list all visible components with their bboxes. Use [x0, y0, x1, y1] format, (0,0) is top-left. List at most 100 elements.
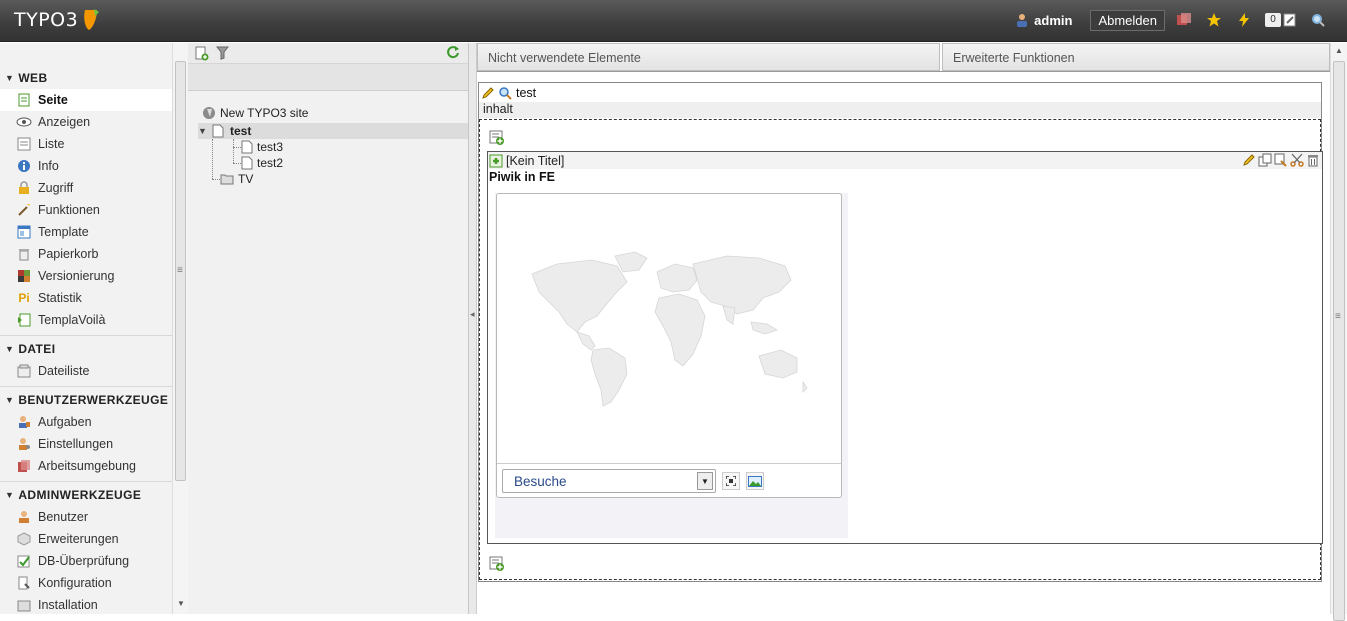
module-label: Dateiliste — [38, 364, 90, 378]
page-icon — [212, 124, 224, 138]
tree-node-label: TV — [238, 172, 254, 186]
module-template[interactable]: Template — [0, 221, 172, 243]
group-web[interactable]: ▼ WEB — [0, 67, 172, 89]
scroll-up-arrow-icon[interactable]: ▲ — [1335, 46, 1343, 55]
trash-icon — [16, 246, 32, 262]
tab-unused-elements[interactable]: Nicht verwendete Elemente — [477, 43, 940, 71]
module-db-ueberpruefung[interactable]: DB-Überprüfung — [0, 550, 172, 572]
world-map-graphic — [531, 251, 808, 407]
module-info[interactable]: Info — [0, 155, 172, 177]
tree-node-test3[interactable]: test3 — [241, 139, 283, 155]
content-element-title: [Kein Titel] — [506, 153, 565, 168]
module-aufgaben[interactable]: Aufgaben — [0, 411, 172, 433]
module-label: Seite — [38, 93, 68, 107]
versioning-icon — [16, 268, 32, 284]
tab-extended-functions[interactable]: Erweiterte Funktionen — [942, 43, 1330, 71]
view-magnifier-icon[interactable] — [498, 86, 513, 100]
tree-node-test[interactable]: ▼ test — [198, 123, 468, 139]
delete-trash-icon[interactable] — [1306, 153, 1320, 167]
collapse-triangle-icon: ▼ — [5, 73, 15, 83]
filter-icon[interactable] — [216, 46, 229, 60]
cut-scissors-icon[interactable] — [1290, 153, 1304, 167]
module-menu: ▼ WEB Seite Anzeigen Liste Info Zugriff … — [0, 43, 172, 614]
scroll-down-arrow-icon[interactable]: ▼ — [177, 599, 185, 608]
tree-node-tv[interactable]: TV — [220, 171, 253, 187]
panel-splitter[interactable]: ◂ — [469, 43, 477, 614]
module-label: Zugriff — [38, 181, 74, 195]
user-menu[interactable]: admin — [1015, 13, 1072, 28]
bookmark-star-icon[interactable] — [1203, 9, 1225, 31]
chevron-down-icon: ▼ — [697, 472, 713, 490]
tree-root-label: New TYPO3 site — [220, 106, 309, 120]
metric-select-value: Besuche — [514, 473, 567, 489]
filelist-icon — [16, 363, 32, 379]
world-map[interactable] — [497, 194, 841, 464]
module-arbeitsumgebung[interactable]: Arbeitsumgebung — [0, 455, 172, 477]
page-module: test inhalt [Kein Titel] Piwik in FE Bes… — [478, 82, 1323, 582]
module-liste[interactable]: Liste — [0, 133, 172, 155]
metric-select[interactable]: Besuche ▼ — [502, 469, 716, 493]
wand-icon — [16, 202, 32, 218]
group-adminwerkzeuge[interactable]: ▼ ADMINWERKZEUGE — [0, 484, 172, 506]
new-content-element-button[interactable] — [489, 130, 505, 149]
module-erweiterungen[interactable]: Erweiterungen — [0, 528, 172, 550]
logout-button[interactable]: Abmelden — [1090, 9, 1165, 31]
user-icon — [16, 509, 32, 525]
config-icon — [16, 575, 32, 591]
module-funktionen[interactable]: Funktionen — [0, 199, 172, 221]
fullscreen-button[interactable] — [722, 472, 740, 490]
tree-filter-bar — [188, 64, 468, 91]
reference-icon[interactable] — [1274, 153, 1288, 167]
group-benutzerwerkzeuge[interactable]: ▼ BENUTZERWERKZEUGE — [0, 389, 172, 411]
module-konfiguration[interactable]: Konfiguration — [0, 572, 172, 594]
plugin-puzzle-icon — [489, 154, 503, 167]
module-papierkorb[interactable]: Papierkorb — [0, 243, 172, 265]
module-label: Statistik — [38, 291, 82, 305]
page-tree: New TYPO3 site ▼ test test3 test2 TV — [188, 91, 468, 591]
top-bar: TYPO3 admin Abmelden 0 — [0, 0, 1347, 42]
module-menu-scrollbar[interactable]: ≡ ▼ — [172, 43, 188, 614]
module-label: DB-Überprüfung — [38, 554, 130, 568]
scrollbar-thumb[interactable] — [1333, 61, 1345, 621]
module-installation[interactable]: Installation — [0, 594, 172, 614]
group-datei[interactable]: ▼ DATEI — [0, 338, 172, 360]
edit-pencil-icon[interactable] — [481, 86, 495, 100]
folder-icon — [220, 174, 234, 185]
tree-root[interactable]: New TYPO3 site — [202, 105, 308, 121]
module-label: Konfiguration — [38, 576, 112, 590]
module-einstellungen[interactable]: Einstellungen — [0, 433, 172, 455]
divider — [0, 386, 172, 387]
workspace-toolbar-icon[interactable] — [1173, 9, 1195, 31]
tree-node-test2[interactable]: test2 — [241, 155, 283, 171]
expand-triangle-icon[interactable]: ▼ — [198, 126, 208, 136]
export-image-button[interactable] — [746, 472, 764, 490]
module-versionierung[interactable]: Versionierung — [0, 265, 172, 287]
new-content-icon — [489, 130, 504, 145]
edit-pencil-icon[interactable] — [1242, 153, 1256, 167]
clear-cache-lightning-icon[interactable] — [1233, 9, 1255, 31]
copy-icon[interactable] — [1258, 153, 1272, 167]
module-seite[interactable]: Seite — [0, 89, 172, 111]
new-content-element-button[interactable] — [489, 556, 505, 575]
search-icon[interactable] — [1307, 9, 1329, 31]
module-benutzer[interactable]: Benutzer — [0, 506, 172, 528]
open-docs-icon[interactable]: 0 — [1263, 9, 1299, 31]
tree-connector — [212, 139, 213, 179]
new-page-icon[interactable] — [195, 46, 209, 61]
refresh-icon[interactable] — [446, 45, 460, 59]
content-element: [Kein Titel] Piwik in FE Besuche ▼ — [487, 151, 1323, 544]
module-dateiliste[interactable]: Dateiliste — [0, 360, 172, 382]
module-label: TemplaVoilà — [38, 313, 106, 327]
module-label: Liste — [38, 137, 65, 151]
collapse-left-icon[interactable]: ◂ — [470, 309, 475, 320]
module-templavoila[interactable]: TemplaVoilà — [0, 309, 172, 331]
username: admin — [1034, 12, 1073, 28]
module-statistik[interactable]: Pi Statistik — [0, 287, 172, 309]
module-anzeigen[interactable]: Anzeigen — [0, 111, 172, 133]
page-icon — [241, 140, 253, 154]
typo3-logo[interactable]: TYPO3 — [14, 8, 101, 32]
module-zugriff[interactable]: Zugriff — [0, 177, 172, 199]
content-scrollbar[interactable]: ▲ ≡ — [1330, 43, 1347, 621]
image-icon — [748, 475, 762, 487]
group-title: DATEI — [18, 342, 56, 356]
